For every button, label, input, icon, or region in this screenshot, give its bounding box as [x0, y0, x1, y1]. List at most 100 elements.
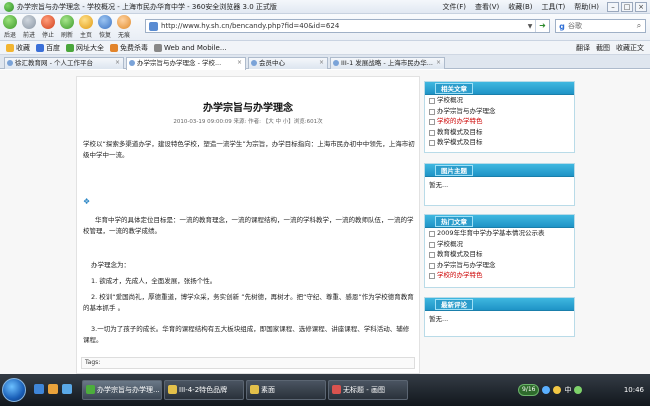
stop-button[interactable]: 停止: [40, 15, 56, 39]
latest-comments-panel: 最新评论 暂无...: [424, 297, 575, 337]
fav-collect[interactable]: 收藏: [6, 43, 30, 53]
network-icon[interactable]: [542, 386, 551, 394]
restore-button[interactable]: 恢复: [97, 15, 113, 39]
menu-favorites[interactable]: 收藏(B): [508, 2, 532, 12]
address-input[interactable]: http://www.hy.sh.cn/bencandy.php?fid=40&…: [161, 22, 525, 30]
menu-tools[interactable]: 工具(T): [542, 2, 566, 12]
incognito-button[interactable]: 无痕: [116, 15, 132, 39]
page-icon: [154, 43, 162, 52]
forward-button[interactable]: 前进: [21, 15, 37, 39]
go-button[interactable]: ➜: [535, 20, 549, 32]
tab-current-page[interactable]: 办学宗旨与办学理念 - 学校... ×: [126, 57, 246, 70]
article-paragraph: 学校以“探索多渠道办学，建设特色学校，塑造一流学生”为宗旨，办学目标指向：上海市…: [83, 140, 415, 159]
taskbar-item-doc[interactable]: III-4-2特色品牌: [164, 380, 244, 400]
hot-articles-title: 热门文章: [435, 216, 473, 227]
home-button[interactable]: 主页: [78, 15, 94, 39]
tab-strategy[interactable]: III-1 发展战略 - 上海市民办华... ×: [330, 57, 445, 69]
fav-antivirus[interactable]: 免费杀毒: [110, 43, 148, 53]
search-icon[interactable]: ⌕: [633, 21, 645, 31]
browser-logo-icon: [4, 1, 14, 12]
article-panel: 办学宗旨与办学理念 2010-03-19 09:00:09 来源: 作者: 【大…: [76, 76, 420, 374]
system-tray: 9/16 中 10:46: [518, 380, 648, 400]
minimize-button[interactable]: –: [607, 1, 619, 12]
page-content: 办学宗旨与办学理念 2010-03-19 09:00:09 来源: 作者: 【大…: [0, 70, 650, 374]
star-icon: [6, 43, 14, 52]
google-icon: g: [559, 21, 565, 31]
latest-comments-empty: 暂无...: [429, 315, 449, 323]
refresh-icon: [60, 15, 74, 29]
search-input[interactable]: 谷歌: [568, 21, 633, 31]
tab-favicon-icon: [129, 60, 135, 66]
related-item[interactable]: 学校概况: [425, 95, 574, 106]
tab-close-icon[interactable]: ×: [115, 58, 120, 68]
hot-item[interactable]: 学校的办学特色: [425, 270, 574, 281]
address-bar[interactable]: http://www.hy.sh.cn/bencandy.php?fid=40&…: [145, 19, 550, 33]
menu-view[interactable]: 查看(V): [475, 2, 499, 12]
tab-close-icon[interactable]: ×: [237, 58, 242, 68]
article-paragraph: 1. 欲成才，先成人，全面发展，张扬个性。: [91, 277, 217, 285]
tab-bar: 徐汇教育网 - 个人工作平台 × 办学宗旨与办学理念 - 学校... × 会员中…: [0, 55, 650, 70]
save-text-button[interactable]: 收藏正文: [616, 43, 644, 53]
screenshot-button[interactable]: 截图: [596, 43, 610, 53]
tab-favicon-icon: [333, 60, 339, 66]
diamond-icon: ❖: [83, 197, 91, 206]
folder-task-icon: [250, 385, 259, 394]
taskbar-item-folder[interactable]: 素面: [246, 380, 326, 400]
page-favicon-icon: [149, 21, 158, 31]
search-box[interactable]: g 谷歌 ⌕: [555, 19, 646, 33]
refresh-button[interactable]: 刷新: [59, 15, 75, 39]
hot-item[interactable]: 学校概况: [425, 239, 574, 250]
home-icon: [79, 15, 93, 29]
latest-comments-title: 最新评论: [435, 299, 473, 310]
incognito-icon: [117, 15, 131, 29]
menu-help[interactable]: 帮助(H): [574, 2, 599, 12]
directory-icon: [66, 43, 74, 52]
tab-close-icon[interactable]: ×: [436, 58, 441, 68]
related-item[interactable]: 办学宗旨与办学理念: [425, 106, 574, 117]
related-item[interactable]: 教学模式及目标: [425, 137, 574, 148]
taskbar-item-browser[interactable]: 办学宗旨与办学理...: [82, 380, 162, 400]
article-meta: 2010-03-19 09:00:09 来源: 作者: 【大 中 小】浏览:60…: [173, 119, 323, 125]
fav-baidu[interactable]: 百度: [36, 43, 60, 53]
tab-xuhui-edu[interactable]: 徐汇教育网 - 个人工作平台 ×: [4, 57, 124, 69]
related-item[interactable]: 学校的办学特色: [425, 116, 574, 127]
folder-quicklaunch-icon[interactable]: [48, 384, 58, 394]
related-articles-panel: 相关文章 学校概况 办学宗旨与办学理念 学校的办学特色 教育模式及目标 教学模式…: [424, 81, 575, 153]
translate-button[interactable]: 翻译: [576, 43, 590, 53]
clock: 10:46: [623, 386, 644, 394]
back-button[interactable]: 后退: [2, 15, 18, 39]
tab-member-center[interactable]: 会员中心 ×: [248, 57, 328, 69]
image-topics-empty: 暂无...: [429, 181, 449, 189]
address-dropdown-icon[interactable]: ▼: [525, 23, 535, 30]
article-title: 办学宗旨与办学理念: [203, 103, 293, 114]
hot-item[interactable]: 办学宗旨与办学理念: [425, 260, 574, 271]
article-paragraph: 办学理念为：: [91, 261, 130, 269]
stop-icon: [41, 15, 55, 29]
tab-close-icon[interactable]: ×: [319, 58, 324, 68]
security-icon[interactable]: [574, 386, 583, 394]
taskbar: 办学宗旨与办学理... III-4-2特色品牌 素面 无标题 - 画图 9/16…: [0, 374, 650, 406]
maximize-button[interactable]: □: [621, 1, 633, 12]
related-item[interactable]: 教育模式及目标: [425, 127, 574, 138]
related-articles-title: 相关文章: [435, 83, 473, 94]
desktop-quicklaunch-icon[interactable]: [62, 384, 72, 394]
menu-file[interactable]: 文件(F): [442, 2, 466, 12]
hot-item[interactable]: 2009年华育中学办学基本情况公示表: [425, 228, 574, 239]
back-arrow-icon: [3, 15, 17, 29]
network-status-badge[interactable]: 9/16: [518, 384, 540, 396]
ime-indicator[interactable]: 中: [564, 385, 571, 395]
tab-favicon-icon: [251, 60, 257, 66]
hot-item[interactable]: 教育模式及目标: [425, 249, 574, 260]
speaker-icon[interactable]: [553, 386, 562, 394]
antivirus-icon: [110, 43, 118, 52]
fav-web-mobile[interactable]: Web and Mobile...: [154, 43, 227, 52]
ie-quicklaunch-icon[interactable]: [34, 384, 44, 394]
menu-bar: 文件(F) 查看(V) 收藏(B) 工具(T) 帮助(H): [442, 2, 599, 12]
fav-hao[interactable]: 网址大全: [66, 43, 104, 53]
tab-favicon-icon: [7, 60, 13, 66]
close-button[interactable]: ×: [635, 1, 647, 12]
start-button[interactable]: [2, 378, 26, 402]
nav-toolbar: 后退 前进 停止 刷新 主页 恢复 无痕 http://www.hy.sh.cn…: [0, 14, 650, 41]
taskbar-item-paint[interactable]: 无标题 - 画图: [328, 380, 408, 400]
title-bar: 办学宗旨与办学理念 - 学校概况 - 上海市民办华育中学 - 360安全浏览器 …: [0, 0, 650, 14]
